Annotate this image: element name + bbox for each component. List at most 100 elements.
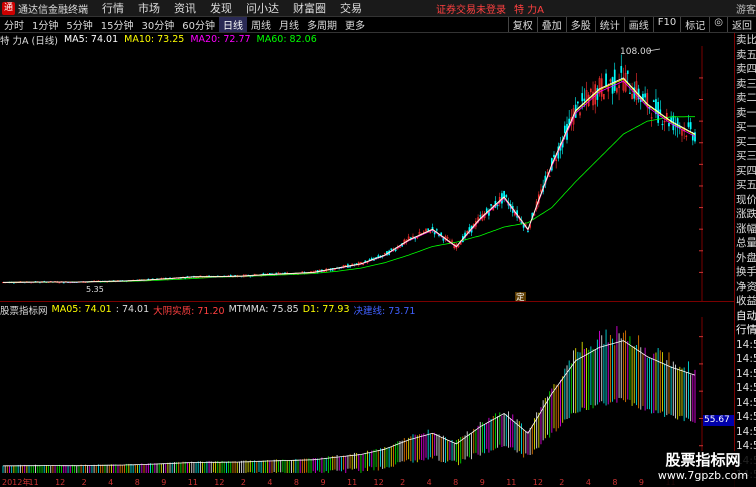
x-tick-label: 2 xyxy=(400,478,405,487)
right-toolbar: 复权 叠加 多股 统计 画线 F10 标记 ◎ 返回 xyxy=(507,17,756,32)
indicator-name: 股票指标网 xyxy=(0,305,48,317)
x-tick-label: 11 xyxy=(506,478,516,487)
login-notice[interactable]: 证券交易未登录 xyxy=(436,1,506,16)
ma10-value: MA10: 73.25 xyxy=(124,34,185,45)
candle-body xyxy=(629,92,631,94)
btn-back[interactable]: 返回 xyxy=(727,17,756,32)
side-panel-item: 卖三 xyxy=(736,77,756,90)
menu-market[interactable]: 市场 xyxy=(138,0,160,16)
period-15min[interactable]: 15分钟 xyxy=(97,17,138,32)
side-panel-item: 总量 xyxy=(736,237,756,249)
period-more[interactable]: 更多 xyxy=(341,17,369,32)
candle-body xyxy=(644,93,646,98)
indicator-chart[interactable]: 100.080.0060.0040.0020.00 xyxy=(0,317,703,475)
candle-body xyxy=(652,100,655,102)
app-logo-icon: 通 xyxy=(2,1,15,15)
btn-stats[interactable]: 统计 xyxy=(594,17,624,32)
quote-side-panel: 卖比 卖五 卖四 卖三 卖二 卖一 买一 买二 买三 买四 买五 现价 涨跌 涨幅 总量 外盘 换手 净资 收益 自动… xyxy=(734,33,756,487)
side-panel-item: 卖四 xyxy=(736,63,756,75)
x-tick-label: 4 xyxy=(586,478,591,487)
kline-chart[interactable]: 100.090.0080.0070.0060.0050.0040.0030.00… xyxy=(0,46,703,301)
candle-body xyxy=(409,237,412,239)
x-tick-label: 4 xyxy=(427,478,432,487)
ma10-line xyxy=(3,78,696,283)
side-panel-item: 买四 xyxy=(736,164,756,177)
high-price-label: 108.00 xyxy=(620,47,652,57)
x-tick-label: 8 xyxy=(294,478,299,487)
stock-title: 特 力A xyxy=(514,4,545,16)
period-60min[interactable]: 60分钟 xyxy=(178,17,219,32)
candle-body xyxy=(668,122,670,127)
side-panel-item: 现价 xyxy=(736,193,756,206)
candle-body xyxy=(268,273,271,275)
period-30min[interactable]: 30分钟 xyxy=(137,17,178,32)
side-panel-item: 买五 xyxy=(736,179,756,191)
date-axis: 2012年1112248911122489111224891112248911 xyxy=(2,477,676,487)
btn-mark[interactable]: 标记 xyxy=(680,17,709,32)
side-panel-item: 涨幅 xyxy=(736,222,756,235)
x-tick-label: 9 xyxy=(480,478,485,487)
side-panel-item: 14:5 xyxy=(736,367,756,380)
menu-trade[interactable]: 交易 xyxy=(340,0,362,16)
x-tick-label: 11 xyxy=(188,478,198,487)
candle-body xyxy=(527,230,529,232)
x-tick-label: 9 xyxy=(161,478,166,487)
menu-quote[interactable]: 行情 xyxy=(102,0,124,16)
candle-body xyxy=(496,204,499,207)
side-panel-item: 买一 xyxy=(736,121,756,133)
x-tick-label: 4 xyxy=(267,478,272,487)
side-panel-item: 涨跌 xyxy=(736,208,756,220)
btn-f10[interactable]: F10 xyxy=(652,17,680,32)
side-panel-item: 净资 xyxy=(736,280,756,293)
menu-discover[interactable]: 发现 xyxy=(210,0,232,16)
btn-draw[interactable]: 画线 xyxy=(623,17,653,32)
period-1min[interactable]: 1分钟 xyxy=(28,17,62,32)
btn-overlay[interactable]: 叠加 xyxy=(536,17,566,32)
user-guest[interactable]: 游客 xyxy=(736,1,756,16)
indicator-d1: D1: 77.93 xyxy=(302,304,350,315)
period-multi[interactable]: 多周期 xyxy=(303,17,341,32)
candle-body xyxy=(505,194,508,198)
menu-wealth[interactable]: 财富圈 xyxy=(293,0,326,16)
ma60-value: MA60: 82.06 xyxy=(256,34,317,45)
candle-body xyxy=(620,66,623,73)
side-panel-item: 14:5 xyxy=(736,338,756,351)
menu-ask[interactable]: 问小达 xyxy=(246,0,279,16)
candle-body xyxy=(581,93,584,102)
candle-body xyxy=(394,249,397,251)
watermark-url: www.7gpzb.com xyxy=(657,469,749,482)
candle-body xyxy=(563,125,566,133)
x-tick-label: 12 xyxy=(55,478,65,487)
app-name: 通达信金融终端 xyxy=(18,4,88,16)
candle-body xyxy=(355,263,358,265)
side-panel-item: 14:5 xyxy=(736,411,756,423)
btn-multi-stock[interactable]: 多股 xyxy=(565,17,595,32)
period-timeshare[interactable]: 分时 xyxy=(0,17,28,32)
x-tick-label: 8 xyxy=(135,478,140,487)
indicator-val2: : 74.01 xyxy=(115,304,150,315)
side-panel-item: 14:5 xyxy=(736,382,756,394)
side-panel-item: 14:5 xyxy=(736,425,756,438)
period-daily[interactable]: 日线 xyxy=(218,17,247,32)
candle-body xyxy=(583,98,586,102)
window-controls: 游客 xyxy=(728,1,756,16)
indicator-legend: 股票指标网 MA05: 74.01 : 74.01 大阴实质: 71.20 MT… xyxy=(0,303,700,317)
settings-icon[interactable]: ◎ xyxy=(709,17,727,32)
side-panel-item: 收益 xyxy=(736,295,756,307)
candle-body xyxy=(661,123,664,126)
x-tick-label: 2 xyxy=(241,478,246,487)
period-monthly[interactable]: 月线 xyxy=(275,17,303,32)
period-weekly[interactable]: 周线 xyxy=(247,17,275,32)
x-tick-label: 12 xyxy=(374,478,384,487)
x-tick-label: 11 xyxy=(29,478,39,487)
btn-restore-rights[interactable]: 复权 xyxy=(507,17,537,32)
x-tick-label: 2 xyxy=(82,478,87,487)
side-panel-item: 行情 xyxy=(736,324,756,336)
candle-body xyxy=(229,275,232,277)
ma5-line xyxy=(3,77,696,283)
event-marker[interactable]: 定 xyxy=(516,292,525,301)
menu-news[interactable]: 资讯 xyxy=(174,0,196,16)
candle-body xyxy=(689,122,692,130)
x-tick-label: 9 xyxy=(639,478,644,487)
period-5min[interactable]: 5分钟 xyxy=(62,17,96,32)
